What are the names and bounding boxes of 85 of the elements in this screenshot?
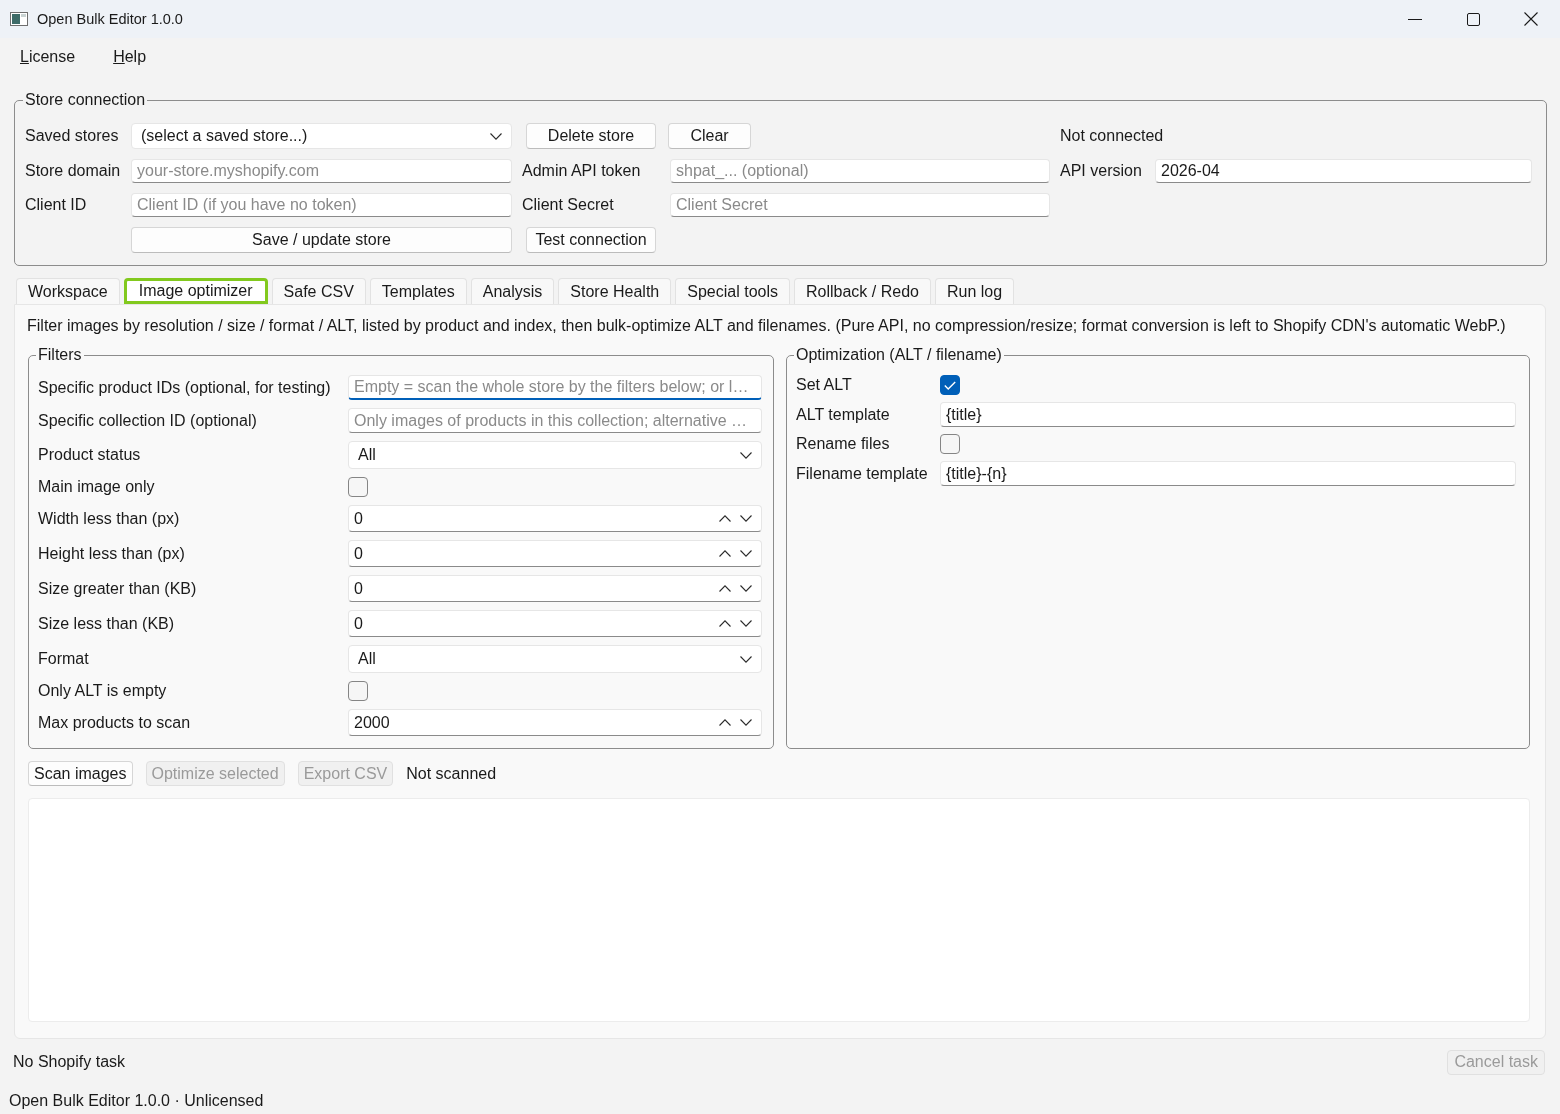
client-id-field[interactable]: Client ID (if you have no token) xyxy=(131,193,512,217)
tab[interactable]: Store Health xyxy=(558,278,672,304)
field-label: Saved stores xyxy=(25,126,119,146)
spin-box[interactable]: 2000 xyxy=(348,709,762,736)
chevron-down-icon[interactable] xyxy=(740,719,752,726)
maximize-icon xyxy=(1466,12,1480,26)
field-label: Format xyxy=(38,649,89,669)
field-label: Size less than (KB) xyxy=(38,613,175,634)
field-label: Product status xyxy=(38,445,141,465)
chevron-down-icon[interactable] xyxy=(740,550,752,557)
chevron-up-icon[interactable] xyxy=(719,719,731,726)
field-label: Specific product IDs (optional, for testing) xyxy=(38,377,331,398)
text-field[interactable]: Empty = scan the whole store by the filters below; or l… xyxy=(348,375,762,400)
chevron-down-icon[interactable] xyxy=(740,620,752,627)
minimize-icon xyxy=(1408,18,1422,20)
field-label: Specific collection ID (optional) xyxy=(38,410,257,431)
text-field[interactable]: {title} xyxy=(940,402,1516,427)
chevron-up-icon[interactable] xyxy=(719,620,731,627)
field-label: Client Secret xyxy=(522,195,614,215)
connection-status: Not connected xyxy=(1060,126,1164,146)
dropdown[interactable]: All xyxy=(348,441,762,469)
checkbox[interactable] xyxy=(940,375,960,395)
field-label: Size greater than (KB) xyxy=(38,578,197,599)
tab[interactable]: Image optimizer xyxy=(123,278,268,304)
spin-box[interactable]: 0 xyxy=(348,575,762,602)
field-label: Only ALT is empty xyxy=(38,681,167,701)
menu-item[interactable]: Help xyxy=(105,43,155,70)
group-title: Store connection xyxy=(24,90,147,110)
clear-button[interactable]: Clear xyxy=(668,123,751,149)
checkbox[interactable] xyxy=(348,477,368,497)
field-label: Width less than (px) xyxy=(38,508,180,529)
chevron-down-icon xyxy=(490,132,502,140)
checkbox[interactable] xyxy=(348,681,368,701)
delete-store-button[interactable]: Delete store xyxy=(526,123,656,149)
field-label: Store domain xyxy=(25,161,121,181)
spin-box[interactable]: 0 xyxy=(348,505,762,532)
field-label: Client ID xyxy=(25,195,87,215)
window-title: Open Bulk Editor 1.0.0 xyxy=(37,11,183,27)
api-token-field[interactable]: shpat_... (optional) xyxy=(670,159,1050,183)
action-button[interactable]: Scan images xyxy=(28,761,133,786)
store-domain-field[interactable]: your-store.myshopify.com xyxy=(131,159,512,183)
chevron-down-icon[interactable] xyxy=(740,585,752,592)
text-field[interactable]: Only images of products in this collection; alternative … xyxy=(348,408,762,433)
tab[interactable]: Run log xyxy=(934,278,1015,304)
spin-box[interactable]: 0 xyxy=(348,610,762,637)
dropdown[interactable]: All xyxy=(348,645,762,673)
description-text: Filter images by resolution / size / format / ALT, listed by product and index, then bulk-optimize ALT and filenames. (Pure API, no compression/resize; format conversion is left to Shopify CDN's automatic WebP.) xyxy=(27,316,1507,336)
tab[interactable]: Safe CSV xyxy=(271,278,366,304)
client-secret-field[interactable]: Client Secret xyxy=(670,193,1050,217)
field-label: API version xyxy=(1060,161,1142,181)
text-field[interactable]: {title}-{n} xyxy=(940,461,1516,486)
field-label: Main image only xyxy=(38,477,155,497)
chevron-up-icon[interactable] xyxy=(719,515,731,522)
close-icon xyxy=(1524,12,1538,26)
tab[interactable]: Workspace xyxy=(16,278,120,304)
save-store-button[interactable]: Save / update store xyxy=(131,227,512,253)
group-title: Filters xyxy=(37,345,83,365)
app-icon xyxy=(10,12,28,26)
tab[interactable]: Rollback / Redo xyxy=(794,278,931,304)
field-label: Filename template xyxy=(796,463,928,484)
field-label: Admin API token xyxy=(522,161,641,181)
task-status: No Shopify task xyxy=(13,1053,126,1071)
tab[interactable]: Analysis xyxy=(470,278,555,304)
tab[interactable]: Templates xyxy=(369,278,467,304)
api-version-field[interactable]: 2026-04 xyxy=(1155,159,1532,183)
menu-item[interactable]: License xyxy=(12,43,84,70)
field-label: ALT template xyxy=(796,404,890,425)
chevron-down-icon[interactable] xyxy=(740,515,752,522)
scan-status: Not scanned xyxy=(406,764,497,783)
chevron-up-icon[interactable] xyxy=(719,550,731,557)
chevron-down-icon xyxy=(740,655,752,663)
checkmark-icon xyxy=(944,380,956,390)
field-label: Max products to scan xyxy=(38,712,191,733)
field-label: Set ALT xyxy=(796,375,852,395)
status-bar-text: Open Bulk Editor 1.0.0 · Unlicensed xyxy=(9,1092,264,1110)
field-label: Height less than (px) xyxy=(38,543,185,564)
field-label: Rename files xyxy=(796,434,890,454)
test-connection-button[interactable]: Test connection xyxy=(526,227,656,253)
spin-box[interactable]: 0 xyxy=(348,540,762,567)
chevron-up-icon[interactable] xyxy=(719,585,731,592)
group-title: Optimization (ALT / filename) xyxy=(795,345,1003,365)
saved-stores-dropdown[interactable]: (select a saved store...) xyxy=(131,123,512,149)
chevron-down-icon xyxy=(740,451,752,459)
tab[interactable]: Special tools xyxy=(675,278,790,304)
checkbox[interactable] xyxy=(940,434,960,454)
